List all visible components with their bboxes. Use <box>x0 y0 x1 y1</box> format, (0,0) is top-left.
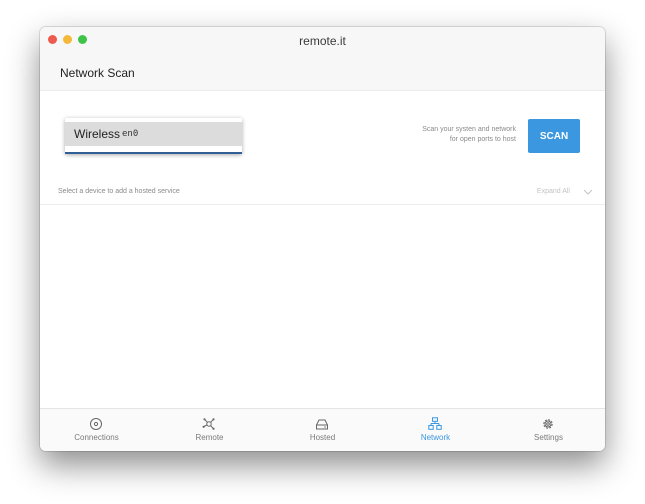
nav-label-settings: Settings <box>534 433 563 442</box>
nav-label-remote: Remote <box>195 433 224 442</box>
nav-item-connections[interactable]: Connections <box>40 409 153 451</box>
nav-label-hosted: Hosted <box>309 433 336 442</box>
page-title: Network Scan <box>60 66 135 80</box>
network-icon <box>428 417 442 430</box>
scan-description: Scan your systen and network for open po… <box>422 125 516 145</box>
nav-label-connections: Connections <box>74 433 119 442</box>
app-window: remote.it Network Scan Wireless en0 Scan… <box>40 27 605 451</box>
nav-item-hosted[interactable]: Hosted <box>266 409 379 451</box>
bottom-nav: Connections Remote Hosted Network Settin… <box>40 408 605 451</box>
nav-label-network: Network <box>420 433 451 442</box>
page-header: Network Scan <box>40 53 605 91</box>
nav-item-network[interactable]: Network <box>379 409 492 451</box>
chevron-down-icon[interactable] <box>583 188 593 196</box>
scan-panel: Wireless en0 Scan your systen and networ… <box>40 91 605 173</box>
window-title: remote.it <box>299 34 346 48</box>
scan-button[interactable]: SCAN <box>528 119 580 153</box>
expand-all-link[interactable]: Expand All <box>537 188 570 195</box>
device-hint: Select a device to add a hosted service <box>58 188 180 195</box>
interface-device: en0 <box>122 129 139 139</box>
connections-icon <box>90 418 102 430</box>
hosted-icon <box>316 419 328 430</box>
select-underline <box>65 152 242 154</box>
interface-option-selected[interactable]: Wireless en0 <box>65 122 242 146</box>
scan-description-line1: Scan your systen and network <box>422 126 516 133</box>
nav-item-settings[interactable]: Settings <box>492 409 605 451</box>
device-list-header: Select a device to add a hosted service … <box>40 182 605 205</box>
title-bar[interactable]: remote.it <box>40 27 605 53</box>
remote-icon <box>202 418 215 430</box>
scan-description-line2: for open ports to host <box>449 136 516 143</box>
interface-select[interactable]: Wireless en0 <box>65 118 242 154</box>
settings-icon <box>543 419 553 429</box>
device-list <box>40 205 605 407</box>
nav-item-remote[interactable]: Remote <box>153 409 266 451</box>
interface-name: Wireless <box>74 127 121 141</box>
